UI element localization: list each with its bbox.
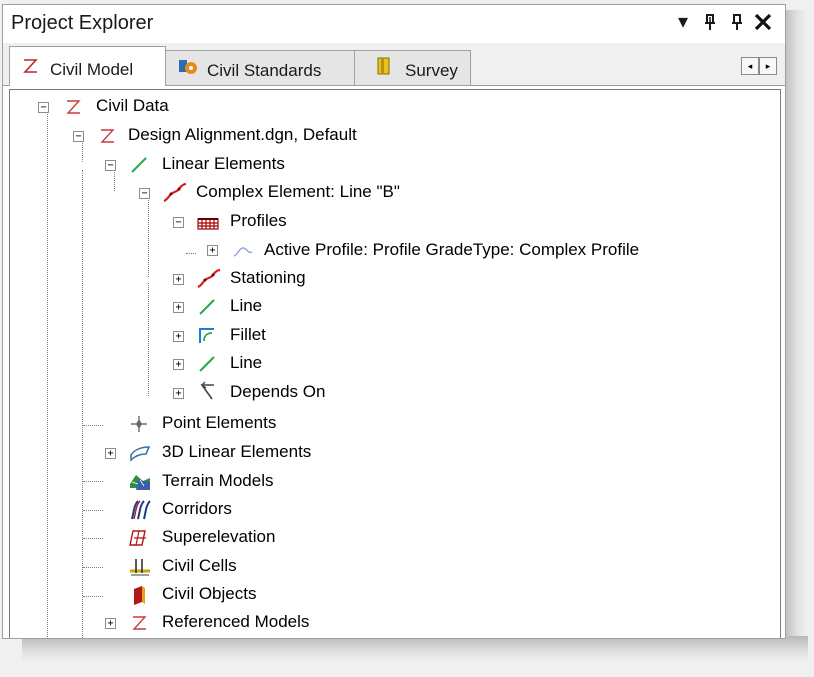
expand-toggle[interactable]: + — [173, 388, 184, 399]
fillet-icon — [196, 325, 218, 347]
title-bar: Project Explorer ▾ — [3, 5, 785, 43]
tab-label: Survey — [405, 61, 458, 80]
tab-scroll-right-button[interactable]: ▸ — [759, 57, 777, 75]
dropdown-arrow-icon[interactable]: ▾ — [673, 9, 693, 35]
panel-title: Project Explorer — [11, 12, 154, 34]
dock-pin-icon[interactable] — [700, 9, 720, 35]
superelevation-icon — [128, 527, 150, 549]
stationing-icon — [196, 268, 221, 290]
civil-cells-icon — [128, 555, 150, 577]
profiles-icon — [196, 211, 219, 233]
tree-node-label: Civil Objects — [162, 584, 257, 603]
civil-model-icon — [20, 55, 42, 77]
complex-element-icon — [162, 182, 187, 204]
tree-node-label: 3D Linear Elements — [162, 442, 312, 461]
collapse-toggle[interactable]: − — [73, 131, 84, 142]
tree-node-label: Linear Elements — [162, 154, 285, 173]
civil-data-icon — [62, 96, 84, 118]
tab-scroll-left-button[interactable]: ◂ — [741, 57, 759, 75]
active-profile-icon — [232, 240, 254, 262]
tab-label: Civil Standards — [207, 61, 322, 80]
tree-node-label: Design Alignment.dgn, Default — [128, 125, 357, 144]
tree-node-label: Terrain Models — [162, 471, 274, 490]
civil-data-icon — [96, 125, 118, 147]
civil-model-tree[interactable]: − Civil Data − Design Alignment.dgn, Def… — [9, 89, 781, 638]
expand-toggle[interactable]: + — [173, 274, 184, 285]
expand-toggle[interactable]: + — [207, 245, 218, 256]
expand-toggle[interactable]: + — [173, 331, 184, 342]
tree-node-label: Line — [230, 296, 263, 315]
tree-node-label: Fillet — [230, 325, 266, 344]
tree-node-label: Depends On — [230, 382, 326, 401]
close-icon[interactable] — [753, 9, 773, 35]
auto-hide-pin-icon[interactable] — [727, 9, 747, 35]
tab-bar: Civil Model Civil Standards Survey ◂ ▸ — [3, 43, 785, 86]
point-elements-icon — [128, 413, 150, 435]
tree-node-label: Profiles — [230, 211, 287, 230]
survey-icon — [373, 56, 395, 78]
collapse-toggle[interactable]: − — [173, 217, 184, 228]
panel-shadow-right — [783, 10, 807, 650]
referenced-models-icon — [128, 612, 150, 634]
depends-on-icon — [196, 381, 218, 403]
expand-toggle[interactable]: + — [173, 302, 184, 313]
line-icon — [196, 353, 218, 375]
line-icon — [196, 296, 218, 318]
project-explorer-panel: Project Explorer ▾ Civil Model Civil Sta… — [2, 4, 786, 639]
expand-toggle[interactable]: + — [173, 359, 184, 370]
tab-label: Civil Model — [50, 60, 134, 79]
linear-elements-icon — [128, 154, 150, 176]
tree-node-label: Active Profile: Profile GradeType: Compl… — [264, 240, 640, 259]
tree-node-label: Civil Data — [96, 96, 169, 115]
expand-toggle[interactable]: + — [105, 448, 116, 459]
tab-survey[interactable]: Survey — [354, 50, 471, 85]
3d-linear-elements-icon — [128, 442, 151, 464]
collapse-toggle[interactable]: − — [38, 102, 49, 113]
civil-standards-icon — [177, 56, 199, 78]
panel-shadow-bottom — [22, 636, 808, 662]
tree-node-label: Stationing — [230, 268, 306, 287]
collapse-toggle[interactable]: − — [105, 160, 116, 171]
tab-civil-standards[interactable]: Civil Standards — [164, 50, 356, 85]
expand-toggle[interactable]: + — [105, 618, 116, 629]
tree-node-label: Complex Element: Line "B" — [196, 182, 400, 201]
tree-node-label: Referenced Models — [162, 612, 310, 631]
tab-civil-model[interactable]: Civil Model — [9, 46, 166, 86]
tree-node-label: Point Elements — [162, 413, 277, 432]
tree-node-label: Line — [230, 353, 263, 372]
tree-node-label: Civil Cells — [162, 556, 237, 575]
corridors-icon — [128, 499, 151, 521]
terrain-models-icon — [128, 470, 150, 492]
civil-objects-icon — [128, 584, 150, 606]
tree-node-label: Corridors — [162, 499, 232, 518]
collapse-toggle[interactable]: − — [139, 188, 150, 199]
tree-node-label: Superelevation — [162, 527, 276, 546]
